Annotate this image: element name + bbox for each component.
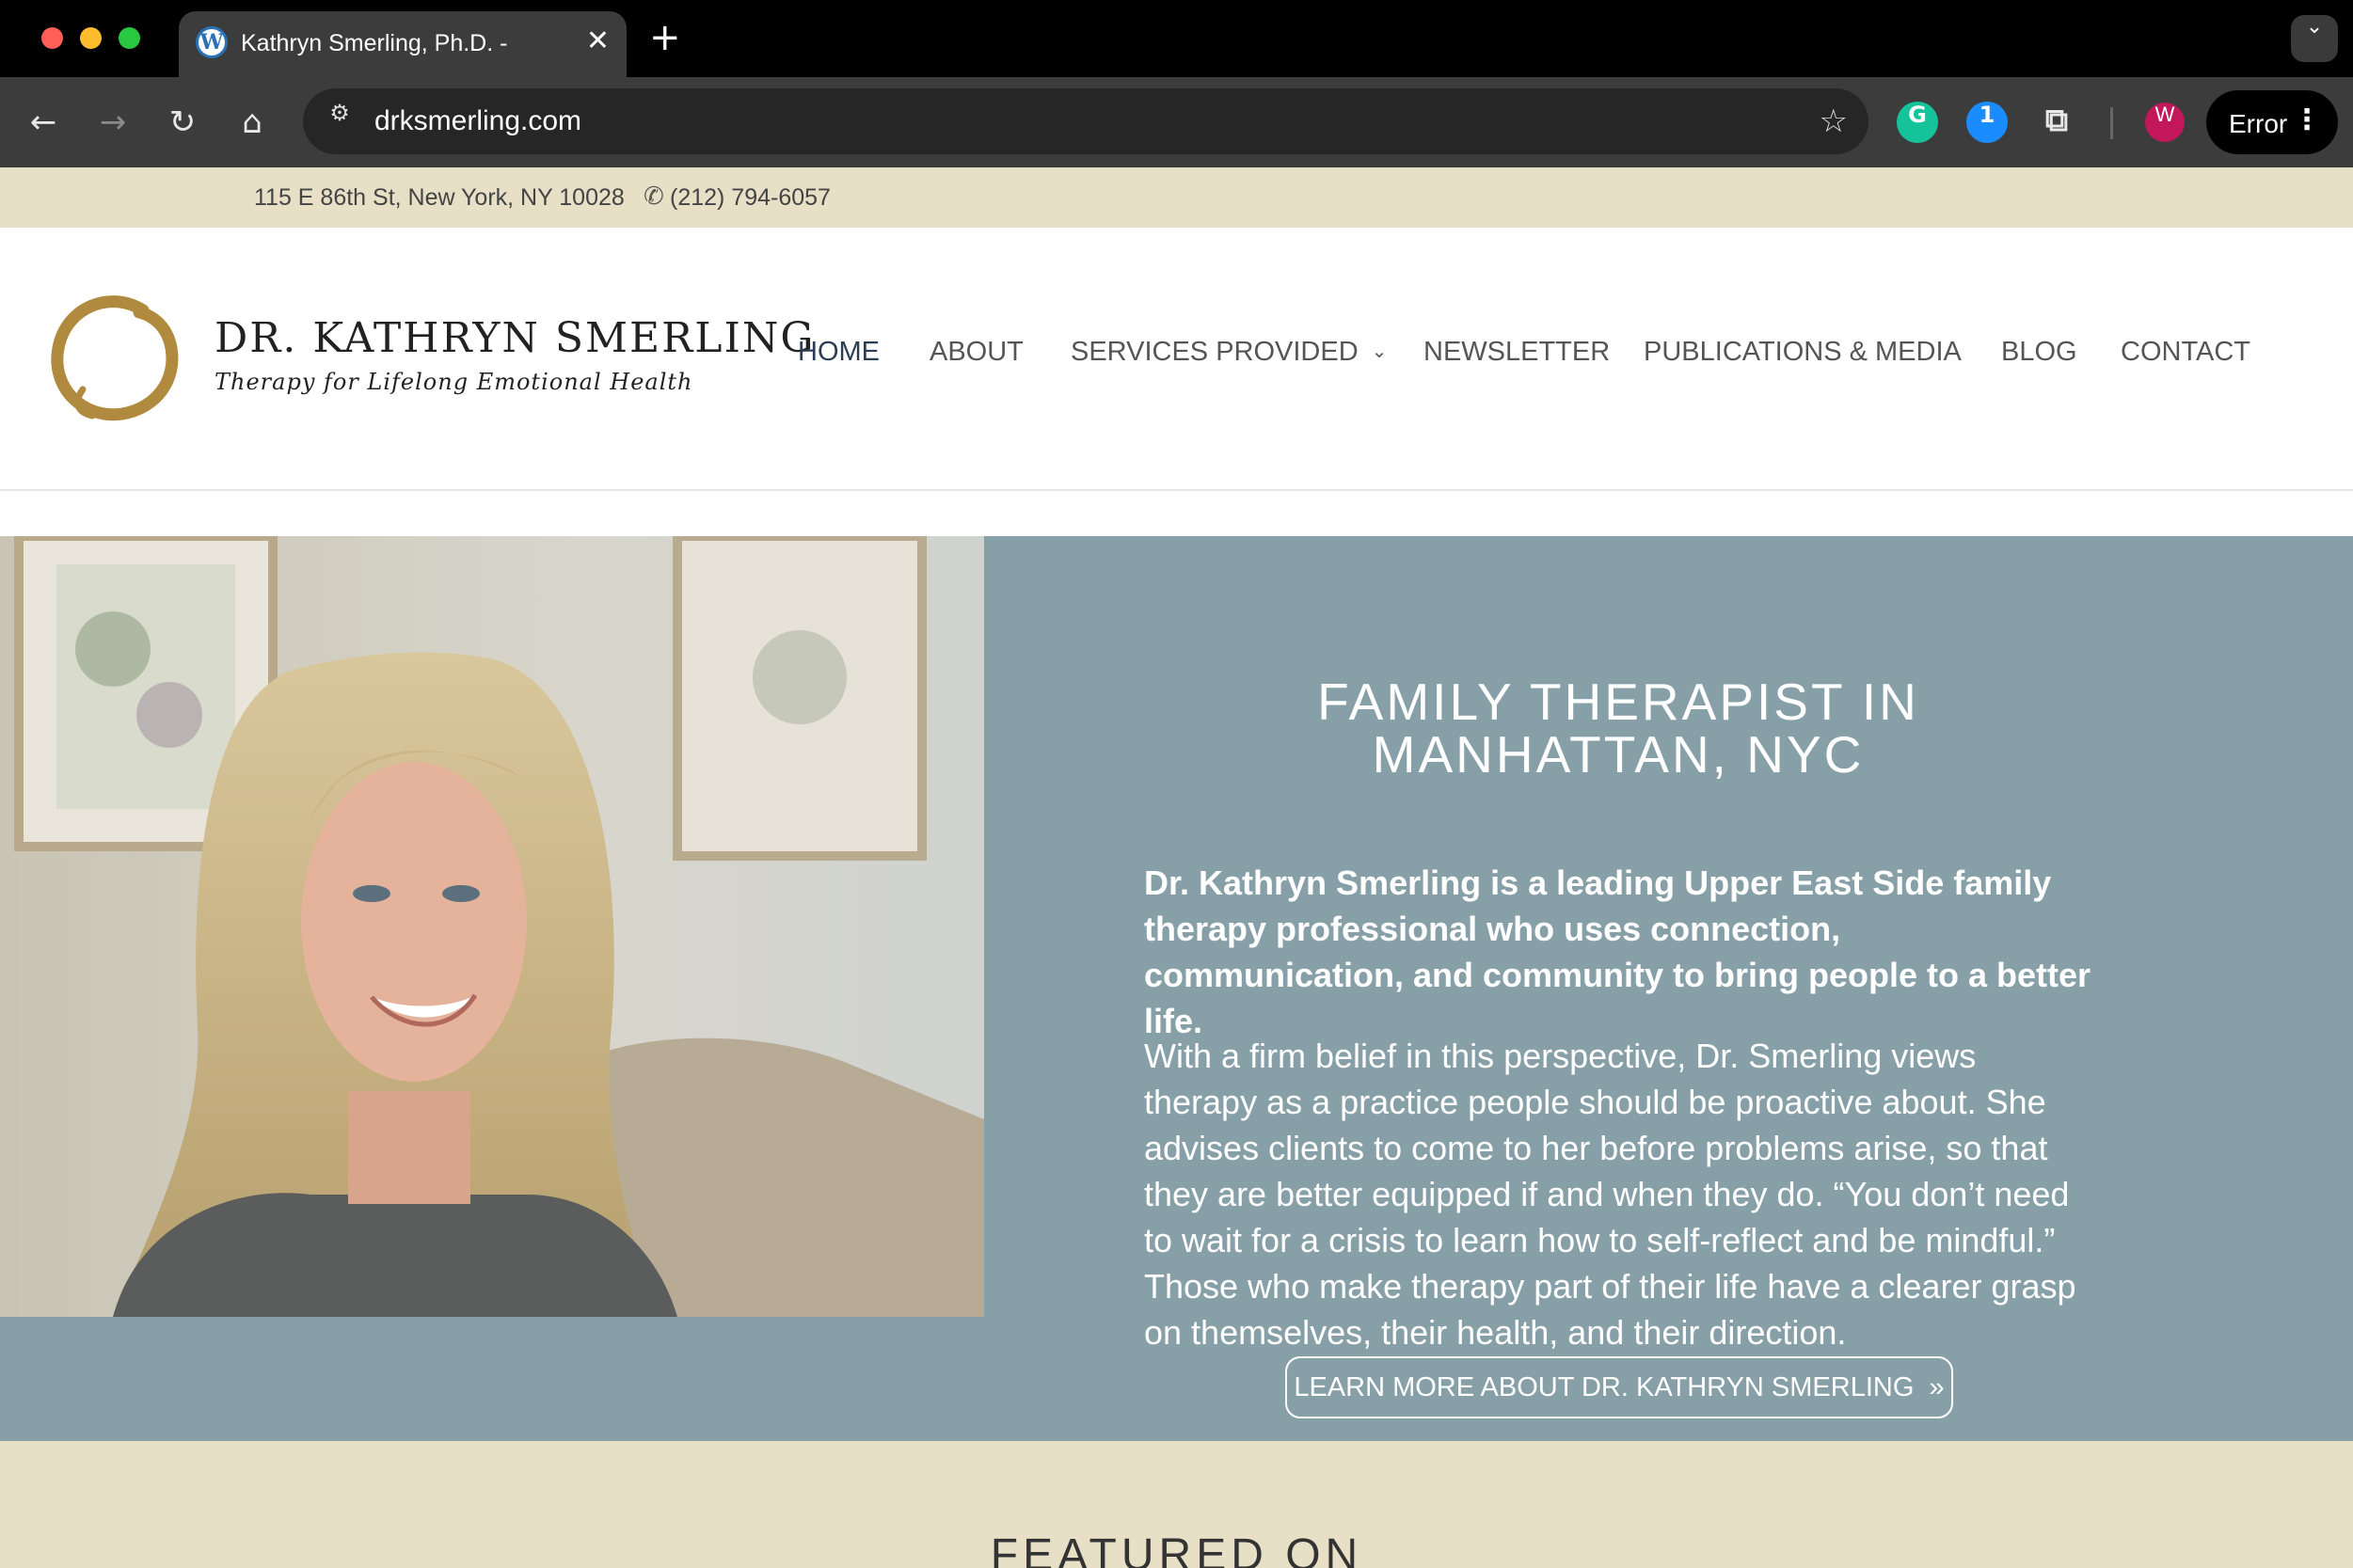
nav-about[interactable]: ABOUT: [930, 337, 1024, 368]
logo-name[interactable]: DR. KATHRYN SMERLING: [215, 314, 816, 362]
chevron-down-icon: ⌄: [1371, 340, 1388, 362]
onepassword-icon[interactable]: 1: [1966, 102, 2008, 143]
arrow-right-icon[interactable]: →: [90, 98, 135, 147]
toolbar-divider: [2110, 107, 2113, 139]
puzzle-icon[interactable]: ⧉: [2036, 102, 2077, 143]
learn-more-button[interactable]: LEARN MORE ABOUT DR. KATHRYN SMERLING »: [1285, 1356, 1953, 1418]
phone-link[interactable]: (212) 794-6057: [670, 184, 831, 212]
reload-icon[interactable]: ↻: [160, 98, 205, 147]
nav-home[interactable]: HOME: [798, 337, 880, 368]
hero-body-paragraph: With a firm belief in this perspective, …: [1144, 1037, 2076, 1352]
browser-tab-active[interactable]: W Kathryn Smerling, Ph.D. - ✕: [179, 11, 627, 77]
url-text[interactable]: drksmerling.com: [374, 105, 581, 137]
maximize-window-button[interactable]: [119, 27, 140, 49]
home-icon[interactable]: ⌂: [230, 98, 275, 147]
new-tab-button[interactable]: +: [649, 15, 681, 60]
nav-services-label: SERVICES PROVIDED: [1071, 337, 1359, 367]
double-chevron-right-icon: »: [1929, 1372, 1945, 1402]
nav-blog[interactable]: BLOG: [2001, 337, 2077, 368]
minimize-window-button[interactable]: [80, 27, 102, 49]
tune-icon[interactable]: ⚙: [318, 100, 361, 143]
hero-lead-paragraph: Dr. Kathryn Smerling is a leading Upper …: [1144, 863, 2091, 1040]
address-bar[interactable]: ⚙ drksmerling.com ☆: [303, 88, 1868, 154]
tab-close-icon[interactable]: ✕: [586, 24, 610, 58]
status-label: Error: [2229, 109, 2288, 138]
tab-title: Kathryn Smerling, Ph.D. -: [241, 30, 508, 56]
learn-more-label: LEARN MORE ABOUT DR. KATHRYN SMERLING: [1294, 1372, 1915, 1402]
wordpress-icon: W: [196, 26, 228, 58]
portrait-photo: [0, 536, 984, 1317]
close-window-button[interactable]: [41, 27, 63, 49]
grammarly-icon[interactable]: G: [1897, 102, 1938, 143]
nav-services-provided[interactable]: SERVICES PROVIDED ⌄: [1071, 337, 1387, 368]
nav-contact[interactable]: CONTACT: [2121, 337, 2250, 368]
profile-avatar[interactable]: W: [2145, 103, 2185, 142]
hero-title-line-2: MANHATTAN, NYC: [1372, 725, 1865, 784]
arrow-left-icon[interactable]: ←: [21, 98, 66, 147]
more-vertical-icon[interactable]: ⋮: [2293, 103, 2321, 136]
hero-section: FAMILY THERAPIST IN MANHATTAN, NYC Dr. K…: [0, 536, 2353, 1441]
hero-title-line-1: FAMILY THERAPIST IN: [1317, 673, 1919, 731]
chevron-down-icon[interactable]: ⌄: [2291, 15, 2338, 62]
nav-newsletter[interactable]: NEWSLETTER: [1423, 337, 1610, 368]
phone-icon: ✆: [644, 182, 664, 211]
hero-title: FAMILY THERAPIST IN MANHATTAN, NYC: [1176, 675, 2060, 781]
featured-on-title: FEATURED ON: [990, 1530, 1363, 1568]
star-icon[interactable]: ☆: [1820, 98, 1848, 145]
address-link[interactable]: 115 E 86th St, New York, NY 10028: [254, 184, 625, 212]
browser-toolbar: ← → ↻ ⌂ ⚙ drksmerling.com ☆ G 1 ⧉ W Erro…: [0, 77, 2353, 167]
logo-tagline: Therapy for Lifelong Emotional Health: [215, 369, 693, 395]
browser-tab-bar: W Kathryn Smerling, Ph.D. - ✕ + ⌄: [0, 0, 2353, 77]
site-header: DR. KATHRYN SMERLING Therapy for Lifelon…: [0, 228, 2353, 491]
featured-on-section: FEATURED ON: [0, 1441, 2353, 1568]
enso-logo-icon[interactable]: [45, 286, 186, 427]
nav-publications-media[interactable]: PUBLICATIONS & MEDIA: [1644, 337, 1962, 368]
contact-info-bar: 115 E 86th St, New York, NY 10028 ✆ (212…: [0, 167, 2353, 228]
profile-status-button[interactable]: Error ⋮: [2206, 90, 2338, 154]
